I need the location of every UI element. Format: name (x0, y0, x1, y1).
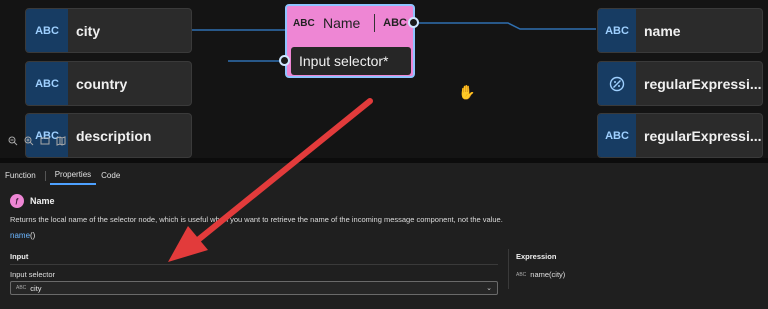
string-type-icon: ABC (26, 9, 68, 52)
mapper-canvas[interactable]: ABC city ABC country ABC description ABC… (0, 0, 768, 158)
function-title: Name (30, 196, 55, 206)
divider (10, 264, 498, 265)
zoom-out-icon[interactable] (8, 136, 18, 146)
return-type-icon: ABC (383, 17, 407, 29)
input-selector-slot[interactable]: Input selector* (291, 47, 411, 75)
regex-icon (598, 62, 636, 105)
panel-tabs: Function Properties Code (0, 166, 125, 185)
tab-code[interactable]: Code (96, 167, 125, 184)
chevron-down-icon: ⌄ (486, 285, 492, 292)
input-port[interactable] (279, 55, 290, 66)
hand-cursor-icon: ✋ (458, 84, 476, 100)
node-label: description (76, 127, 152, 144)
zoom-in-icon[interactable] (24, 136, 34, 146)
function-icon: ƒ (10, 194, 24, 208)
tab-properties[interactable]: Properties (49, 166, 97, 185)
expression-heading: Expression (516, 252, 557, 261)
properties-panel: Function Properties Code ƒ Name Returns … (0, 163, 768, 309)
divider (508, 249, 509, 289)
expression-value: ABC name(city) (516, 270, 565, 279)
string-type-icon: ABC (16, 285, 27, 291)
input-selector-value: city (30, 283, 42, 293)
input-selector-dropdown[interactable]: ABC city ⌄ (10, 281, 498, 295)
divider (44, 170, 46, 181)
node-label: name (644, 22, 681, 39)
node-label: country (76, 75, 128, 92)
tab-function[interactable]: Function (0, 167, 41, 184)
string-type-icon: ABC (26, 62, 68, 105)
map-icon[interactable] (56, 136, 66, 146)
source-node-city[interactable]: ABC city (25, 8, 192, 53)
source-node-country[interactable]: ABC country (25, 61, 192, 106)
function-node-name[interactable]: ABC Name ABC Input selector* (285, 4, 415, 78)
function-node-title: Name (323, 15, 361, 31)
target-node-regex-1[interactable]: regularExpressi... (597, 61, 763, 106)
signature-parens: () (30, 231, 36, 240)
fit-screen-icon[interactable] (40, 136, 50, 146)
function-signature: name() (10, 231, 35, 240)
function-heading: ƒ Name (10, 194, 55, 208)
signature-name: name (10, 231, 31, 240)
input-section-heading: Input (10, 252, 29, 261)
function-description: Returns the local name of the selector n… (10, 215, 503, 224)
string-type-icon: ABC (598, 114, 636, 157)
input-selector-label: Input selector (10, 270, 56, 279)
function-type-icon: ABC (293, 17, 315, 29)
divider (374, 14, 376, 32)
target-node-name[interactable]: ABC name (597, 8, 763, 53)
target-node-regex-2[interactable]: ABC regularExpressi... (597, 113, 763, 158)
node-label: regularExpressi... (644, 75, 762, 92)
node-label: regularExpressi... (644, 127, 762, 144)
expression-text: name(city) (530, 270, 566, 279)
string-type-icon: ABC (598, 9, 636, 52)
node-label: city (76, 22, 101, 39)
string-type-icon: ABC (516, 271, 527, 278)
output-port[interactable] (408, 17, 419, 28)
canvas-toolbar (8, 136, 66, 146)
